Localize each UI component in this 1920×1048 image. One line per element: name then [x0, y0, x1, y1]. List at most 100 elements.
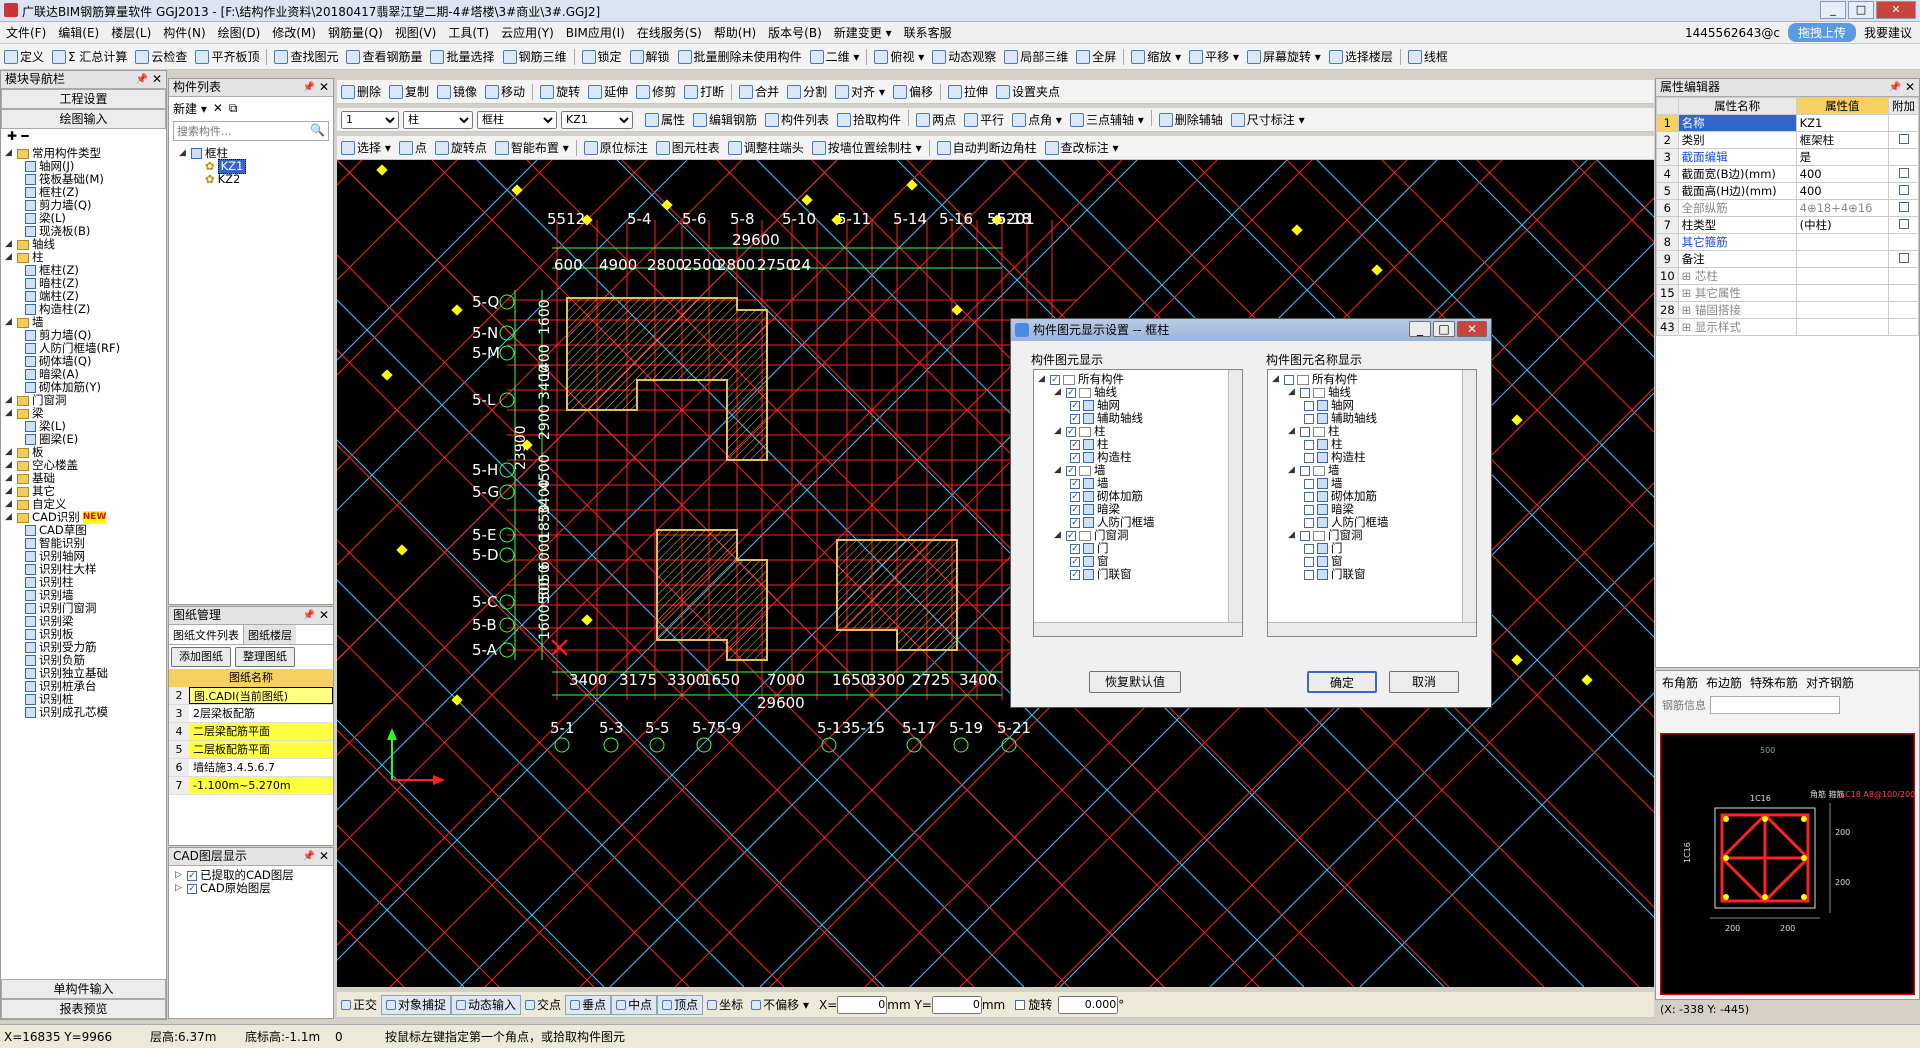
edit-tool-button-1[interactable]: 复制	[385, 82, 433, 102]
property-row[interactable]: 7 柱类型 (中柱)	[1656, 216, 1919, 234]
property-value[interactable]: 400	[1795, 165, 1890, 183]
dialog-tree-item-14[interactable]: 窗	[1272, 555, 1472, 568]
main-tool-button-9[interactable]: 解锁	[626, 47, 674, 67]
item-checkbox[interactable]: ✓	[1066, 426, 1076, 437]
nav-tree-item-38[interactable]: 识别受力筋	[5, 641, 166, 654]
expand-icon[interactable]: ◢	[5, 251, 14, 264]
upload-button[interactable]: 拖拽上传	[1787, 23, 1856, 42]
item-checkbox[interactable]: ✓	[1070, 543, 1080, 554]
close-icon[interactable]: ✕	[319, 848, 329, 865]
comp-tool-button-3[interactable]: 拾取构件	[833, 110, 905, 130]
dialog-tree-item-13[interactable]: 门	[1272, 542, 1472, 555]
dialog-tree-item-3[interactable]: ✓ 辅助轴线	[1038, 412, 1238, 425]
expand-icon[interactable]: ◢	[5, 511, 14, 524]
close-icon[interactable]: ✕	[319, 79, 329, 96]
menu-item-2[interactable]: 楼层(L)	[105, 24, 157, 41]
expand-icon[interactable]: ◢	[1288, 386, 1297, 399]
snap-button-0[interactable]: 正交	[337, 995, 381, 1015]
comp-tool-button-4[interactable]: 两点	[912, 110, 960, 130]
pin-icon[interactable]: 📌	[1889, 79, 1901, 96]
cad-grip-point[interactable]	[396, 544, 408, 556]
property-row[interactable]: 5 截面高(H边)(mm) 400	[1656, 182, 1919, 200]
menu-item-0[interactable]: 文件(F)	[0, 24, 52, 41]
item-checkbox[interactable]: ✓	[1070, 569, 1080, 580]
rebar-tab-1[interactable]: 布边筋	[1706, 674, 1742, 691]
nav-tree-item-33[interactable]: 识别柱	[5, 576, 166, 589]
item-checkbox[interactable]	[1304, 413, 1314, 424]
item-checkbox[interactable]: ✓	[1070, 439, 1080, 450]
main-tool-button-4[interactable]: 查找图元	[270, 47, 342, 67]
property-value[interactable]	[1795, 284, 1890, 302]
nav-tree-item-41[interactable]: 识别桩承台	[5, 680, 166, 693]
comp-tool-button-2[interactable]: 构件列表	[761, 110, 833, 130]
property-value[interactable]: (中柱)	[1795, 216, 1890, 234]
snap-button-2[interactable]: 动态输入	[451, 994, 522, 1015]
dialog-tree-item-11[interactable]: ✓ 人防门框墙	[1038, 516, 1238, 529]
close-icon[interactable]: ✕	[152, 71, 162, 88]
main-tool-button-7[interactable]: 钢筋三维	[499, 47, 571, 67]
extra-checkbox[interactable]	[1898, 219, 1909, 229]
item-checkbox[interactable]	[1304, 452, 1314, 463]
expand-icon[interactable]: ◢	[5, 147, 14, 160]
floor-select[interactable]: 1	[341, 110, 399, 129]
draw-tool-button-1[interactable]: 点	[395, 138, 431, 158]
expand-icon[interactable]: ◢	[1054, 425, 1063, 438]
cad-grip-point[interactable]	[951, 304, 963, 316]
comp-tool-button-8[interactable]: 删除辅轴	[1155, 110, 1227, 130]
item-checkbox[interactable]	[1300, 465, 1310, 476]
property-value[interactable]: KZ1	[1795, 114, 1890, 132]
expand-icon[interactable]: ◢	[1038, 373, 1047, 386]
nav-tree-item-4[interactable]: 剪力墙(Q)	[5, 199, 166, 212]
main-tool-button-15[interactable]: 全屏	[1072, 47, 1120, 67]
draw-tool-button-6[interactable]: 调整柱端头	[724, 138, 808, 158]
menu-item-9[interactable]: 云应用(Y)	[495, 24, 560, 41]
nav-tree-item-27[interactable]: ◢ 自定义	[5, 498, 166, 511]
main-tool-button-11[interactable]: 二维 ▾	[806, 47, 864, 67]
report-preview-button[interactable]: 报表预览	[1, 999, 166, 1019]
nav-tree-item-19[interactable]: ◢ 门窗洞	[5, 394, 166, 407]
dialog-minimize-button[interactable]: _	[1409, 321, 1431, 337]
nav-tree-item-36[interactable]: 识别梁	[5, 615, 166, 628]
cad-grip-point[interactable]	[1371, 264, 1383, 276]
item-checkbox[interactable]	[1304, 491, 1314, 502]
main-tool-button-6[interactable]: 批量选择	[426, 47, 498, 67]
menu-item-12[interactable]: 帮助(H)	[708, 24, 762, 41]
nav-tree-item-0[interactable]: ◢ 常用构件类型	[5, 147, 166, 160]
expand-icon[interactable]: ◢	[5, 446, 14, 459]
expand-icon[interactable]: ◢	[5, 498, 14, 511]
rebar-tab-3[interactable]: 对齐钢筋	[1806, 674, 1854, 691]
edit-tool-button-8[interactable]: 合并	[735, 82, 783, 102]
nav-tree-item-26[interactable]: ◢ 其它	[5, 485, 166, 498]
cad-grip-point[interactable]	[906, 179, 918, 191]
close-icon[interactable]: ✕	[319, 607, 329, 624]
property-row[interactable]: 2 类别 框架柱	[1656, 131, 1919, 149]
dialog-tree-item-4[interactable]: ◢ ✓ 柱	[1038, 425, 1238, 438]
nav-tree-item-18[interactable]: 砌体加筋(Y)	[5, 381, 166, 394]
cad-grip-point[interactable]	[1581, 674, 1593, 686]
main-tool-button-2[interactable]: 云检查	[131, 47, 191, 67]
dialog-tree-item-7[interactable]: ◢ ✓ 墙	[1038, 464, 1238, 477]
expand-icon[interactable]: ◢	[1288, 464, 1297, 477]
dialog-tree-item-9[interactable]: 砌体加筋	[1272, 490, 1472, 503]
edit-tool-button-6[interactable]: 修剪	[632, 82, 680, 102]
item-checkbox[interactable]	[1300, 426, 1310, 437]
user-account[interactable]: 1445562643@c	[1685, 26, 1780, 40]
nav-tree-item-23[interactable]: ◢ 板	[5, 446, 166, 459]
item-checkbox[interactable]: ✓	[1070, 452, 1080, 463]
main-tool-button-8[interactable]: 锁定	[578, 47, 626, 67]
draw-tool-button-7[interactable]: 按墙位置绘制柱 ▾	[808, 138, 926, 158]
drawing-row[interactable]: 7 -1.100m~5.270m	[169, 777, 333, 795]
expand-icon[interactable]: ◢	[5, 485, 14, 498]
expand-icon[interactable]: ◢	[5, 394, 14, 407]
comp-tool-button-9[interactable]: 尺寸标注 ▾	[1227, 110, 1309, 130]
layer-original-checkbox[interactable]: ✓	[187, 883, 197, 894]
close-icon[interactable]: ✕	[1905, 79, 1915, 96]
dialog-tree-item-12[interactable]: ◢ ✓ 门窗洞	[1038, 529, 1238, 542]
main-tool-button-16[interactable]: 缩放 ▾	[1127, 47, 1185, 67]
item-checkbox[interactable]: ✓	[1050, 374, 1060, 385]
edit-tool-button-5[interactable]: 延伸	[584, 82, 632, 102]
main-tool-button-5[interactable]: 查看钢筋量	[342, 47, 426, 67]
menu-item-10[interactable]: BIM应用(I)	[560, 24, 631, 41]
dialog-tree-item-15[interactable]: ✓ 门联窗	[1038, 568, 1238, 581]
expand-icon[interactable]: ◢	[5, 459, 14, 472]
